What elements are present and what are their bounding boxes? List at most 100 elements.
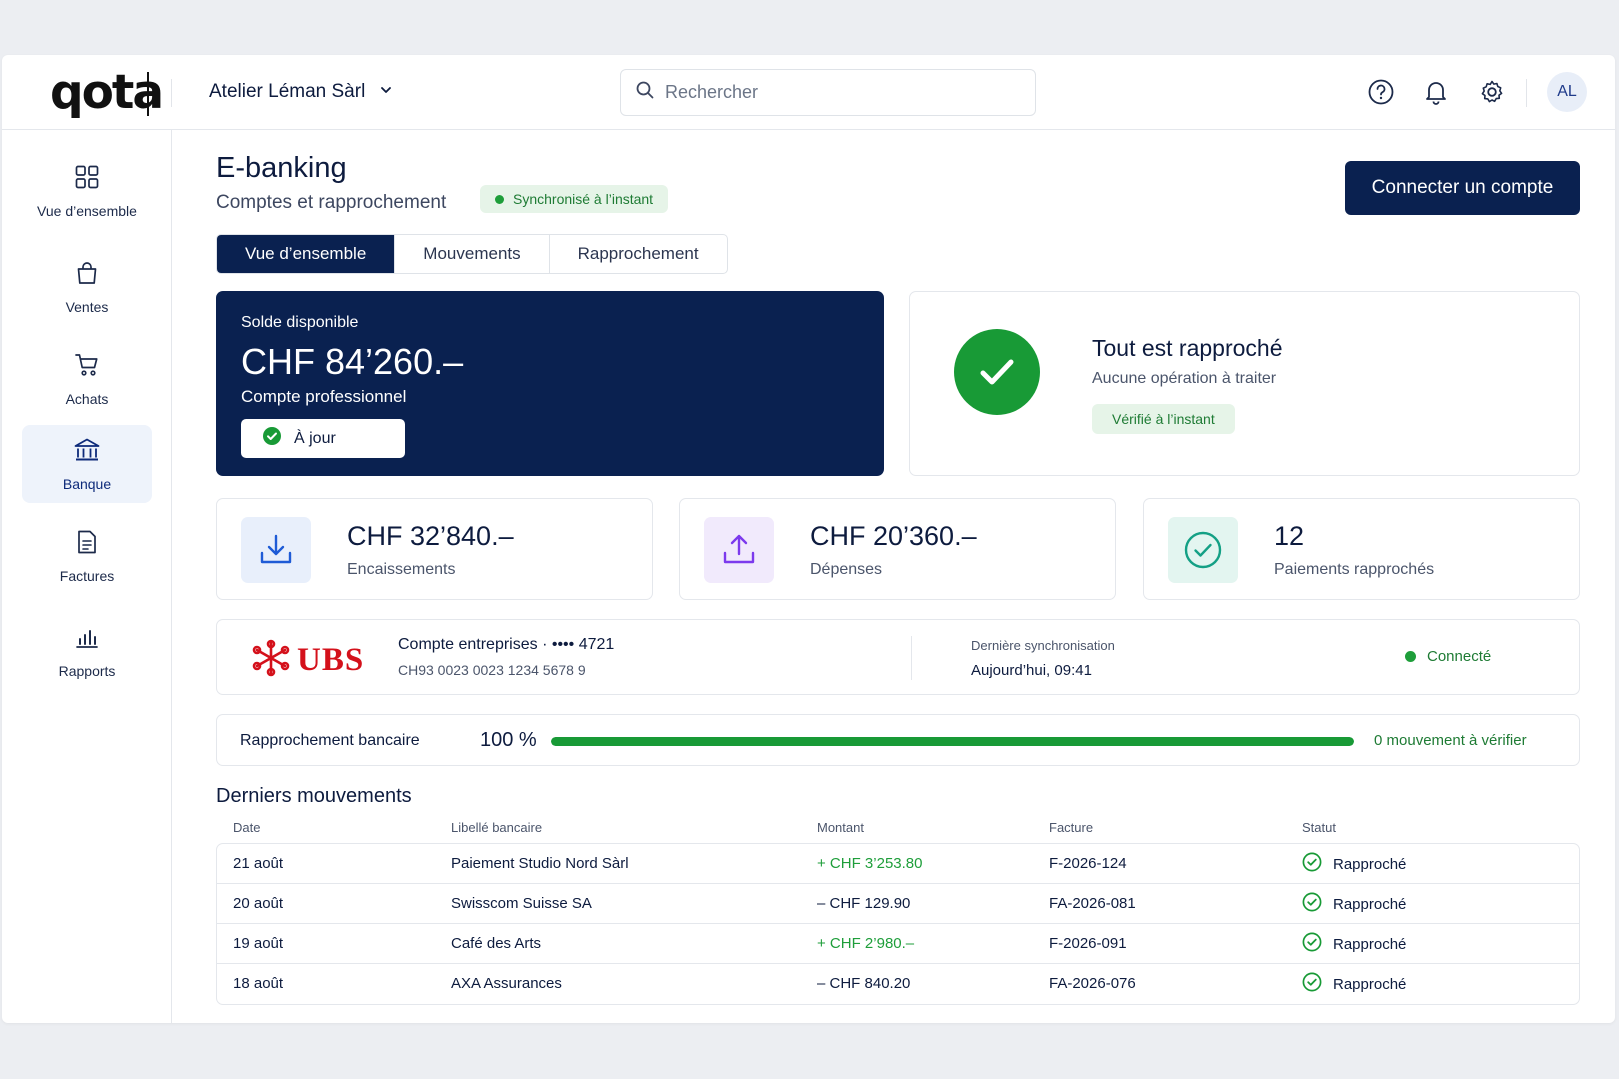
table-row[interactable]: 19 août Café des Arts + CHF 2’980.– F-2026-… [217,924,1579,964]
check-circle-icon [1168,517,1238,583]
stat-value: CHF 20’360.– [810,521,977,551]
sidebar-item-invoices[interactable]: Factures [22,517,152,595]
grid-icon [74,164,100,193]
balance-amount: CHF 84’260.– [241,341,464,382]
balance-card: Solde disponible CHF 84’260.– Compte pro… [216,291,884,476]
cell-status: Rapproché [1302,852,1406,876]
sidebar-item-purchases[interactable]: Achats [22,340,152,418]
stat-card-receipts[interactable]: CHF 32’840.– Encaissements [216,498,653,600]
qota-logo[interactable]: qota [50,65,164,120]
balance-account: Compte professionnel [241,387,407,406]
check-circle-icon [1302,932,1322,956]
stat-label: Dépenses [810,561,883,578]
logo-divider [147,72,149,116]
column-header-label[interactable]: Libellé bancaire [451,820,542,835]
cart-icon [74,352,100,381]
cell-invoice[interactable]: F-2026-124 [1049,855,1127,872]
search-icon [635,80,655,105]
connection-status-label: Connecté [1427,648,1492,665]
help-icon[interactable] [1366,77,1396,107]
table-row[interactable]: 18 août AXA Assurances – CHF 840.20 FA-2026… [217,964,1579,1004]
sidebar-item-label: Banque [62,475,112,492]
column-header-invoice[interactable]: Facture [1049,820,1093,835]
download-icon [241,517,311,583]
stat-card-expenses[interactable]: CHF 20’360.– Dépenses [679,498,1116,600]
stat-card-reconciled-payments[interactable]: 12 Paiements rapprochés [1143,498,1580,600]
cell-label: Café des Arts [451,935,542,952]
sync-badge: Synchronisé à l’instant [480,185,669,213]
bank-account-row[interactable]: UBS Compte entreprises · •••• 4721 CH93 … [216,619,1580,695]
cell-invoice[interactable]: FA-2026-076 [1049,975,1136,992]
table-row[interactable]: 21 août Paiement Studio Nord Sàrl + CHF 3’… [217,844,1579,884]
reconciliation-title: Tout est rapproché [1092,335,1283,361]
cell-amount: + CHF 2’980.– [817,935,915,952]
status-label: Rapproché [1333,855,1407,873]
check-circle-icon [1302,972,1322,996]
ubs-logo: UBS [251,638,364,683]
stat-label: Encaissements [347,561,456,578]
avatar[interactable]: AL [1547,72,1587,112]
up-to-date-badge: À jour [241,419,405,458]
sync-badge-label: Synchronisé à l’instant [513,191,654,207]
cell-date: 21 août [233,855,284,872]
sidebar: Vue d’ensemble Ventes Achats Banque Fact… [2,130,172,1023]
cell-invoice[interactable]: F-2026-091 [1049,935,1127,952]
main-content: E-banking Comptes et rapprochement Synch… [172,130,1615,1023]
divider [171,79,172,107]
cell-date: 19 août [233,935,284,952]
cell-status: Rapproché [1302,932,1406,956]
tab-overview[interactable]: Vue d’ensemble [217,235,396,273]
bell-icon[interactable] [1421,77,1451,107]
status-dot-icon [495,194,504,204]
connection-status: Connecté [1405,648,1491,665]
company-switcher[interactable]: Atelier Léman Sàrl [209,81,393,103]
cell-invoice[interactable]: FA-2026-081 [1049,895,1136,912]
tab-reconciliation[interactable]: Rapprochement [550,235,727,273]
sidebar-item-label: Rapports [58,662,116,679]
page-subtitle: Comptes et rapprochement [216,192,447,213]
last-sync-value: Aujourd’hui, 09:41 [971,662,1092,679]
connect-account-button[interactable]: Connecter un compte [1345,161,1580,215]
cell-label: Swisscom Suisse SA [451,895,592,912]
cell-status: Rapproché [1302,892,1406,916]
upload-icon [704,517,774,583]
bank-icon [73,437,101,466]
column-header-status[interactable]: Statut [1302,820,1336,835]
cell-amount: – CHF 840.20 [817,975,911,992]
sidebar-item-label: Achats [65,390,109,407]
account-name: Compte entreprises · •••• 4721 [398,636,615,653]
column-header-amount[interactable]: Montant [817,820,864,835]
bar-chart-icon [74,624,100,653]
tab-movements[interactable]: Mouvements [395,235,550,273]
sidebar-item-overview[interactable]: Vue d’ensemble [22,152,152,230]
status-label: Rapproché [1333,975,1407,993]
cell-date: 20 août [233,895,284,912]
movements-table: 21 août Paiement Studio Nord Sàrl + CHF 3’… [216,843,1580,1005]
check-circle-icon [262,426,282,451]
page-title: E-banking [216,152,347,184]
check-circle-icon [1302,852,1322,876]
cell-label: Paiement Studio Nord Sàrl [451,855,629,872]
table-row[interactable]: 20 août Swisscom Suisse SA – CHF 129.90 FA-… [217,884,1579,924]
status-label: Rapproché [1333,935,1407,953]
company-name: Atelier Léman Sàrl [209,81,366,102]
column-header-date[interactable]: Date [233,820,260,835]
sidebar-item-sales[interactable]: Ventes [22,248,152,326]
search-input[interactable] [665,82,1005,103]
pending-movements-link[interactable]: 0 mouvement à vérifier [1374,732,1527,749]
gear-icon[interactable] [1477,77,1507,107]
account-iban: CH93 0023 0023 1234 5678 9 [398,662,586,678]
sidebar-item-bank[interactable]: Banque [22,425,152,503]
top-bar: qota Atelier Léman Sàrl AL [2,55,1615,130]
balance-label: Solde disponible [241,314,359,331]
sidebar-item-label: Vue d’ensemble [37,202,137,219]
check-icon [954,329,1040,415]
stat-label: Paiements rapprochés [1274,561,1435,578]
progress-fill [551,737,1354,746]
reconciliation-subtitle: Aucune opération à traiter [1092,370,1277,387]
movements-title: Derniers mouvements [216,785,412,807]
sidebar-item-reports[interactable]: Rapports [22,612,152,690]
progress-bar [551,737,1354,746]
search-box[interactable] [620,69,1036,116]
cell-date: 18 août [233,975,284,992]
